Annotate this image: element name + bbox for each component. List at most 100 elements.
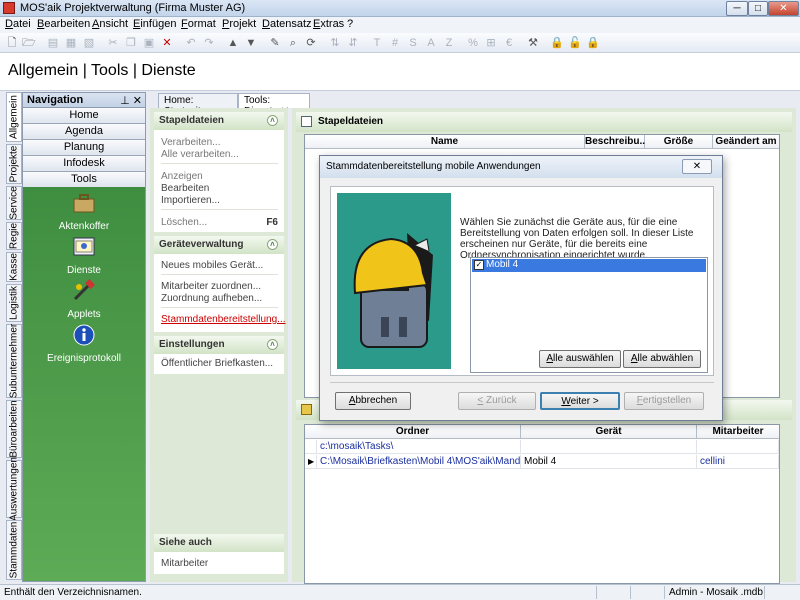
maximize-button[interactable]: □ (748, 1, 768, 16)
close-window-button[interactable]: ✕ (768, 1, 799, 16)
link-oeffentlicher-briefkasten[interactable]: Öffentlicher Briefkasten... (161, 358, 273, 369)
tools-icon[interactable]: ⚒ (525, 35, 541, 51)
column-header-name[interactable]: Name (305, 135, 585, 149)
z-icon[interactable]: Z (441, 35, 457, 51)
tool-ereignisprotokoll[interactable]: Ereignisprotokoll (23, 323, 145, 364)
a-icon[interactable]: A (423, 35, 439, 51)
menu-einfuegen[interactable]: Einfügen (133, 18, 176, 30)
menu-ansicht[interactable]: Ansicht (92, 18, 128, 30)
collapse-icon[interactable]: ˄ (267, 339, 278, 350)
finish-button[interactable]: Fertigstellen (624, 392, 704, 410)
column-header-geraet[interactable]: Gerät (521, 425, 697, 439)
delete-icon[interactable]: ✕ (159, 35, 175, 51)
vtab-subunternehmer[interactable]: Subunternehmer (6, 324, 22, 398)
menu-datei[interactable]: Datei (5, 18, 31, 30)
sort-desc-icon[interactable]: ⇵ (345, 35, 361, 51)
link-anzeigen[interactable]: Anzeigen (161, 171, 203, 182)
deselect-all-button[interactable]: Alle abwählen (623, 350, 701, 368)
menu-format[interactable]: Format (181, 18, 216, 30)
tool-aktenkoffer[interactable]: Aktenkoffer (23, 191, 145, 232)
vtab-stammdaten[interactable]: Stammdaten (6, 520, 22, 580)
nav-item-agenda[interactable]: Agenda (23, 124, 145, 140)
find-icon[interactable]: ⌕ (285, 35, 301, 51)
vtab-service[interactable]: Service (6, 186, 22, 220)
tab-home-startseite[interactable]: Home: Startseite (158, 93, 238, 117)
column-header-ordner[interactable]: Ordner (305, 425, 521, 439)
task-group-header[interactable]: Siehe auch (154, 534, 284, 552)
number-icon[interactable]: # (387, 35, 403, 51)
link-stammdatenbereitstellung[interactable]: Stammdatenbereitstellung... (161, 314, 286, 325)
lock-yellow-icon[interactable]: 🔓 (567, 35, 583, 51)
paste-icon[interactable]: ▣ (141, 35, 157, 51)
vtab-projekte[interactable]: Projekte (6, 144, 22, 184)
vtab-regie[interactable]: Regie (6, 222, 22, 250)
link-alle-verarbeiten[interactable]: Alle verarbeiten... (161, 149, 239, 160)
link-zuordnung-aufheben[interactable]: Zuordnung aufheben... (161, 293, 262, 304)
vtab-bueroarbeiten[interactable]: Büroarbeiten (6, 400, 22, 458)
list-item[interactable]: ✓ Mobil 4 (472, 259, 706, 272)
link-loeschen[interactable]: Löschen... (161, 217, 207, 228)
s-icon[interactable]: S (405, 35, 421, 51)
vtab-allgemein[interactable]: Allgemein (6, 92, 22, 142)
link-mitarbeiter-zuordnen[interactable]: Mitarbeiter zuordnen... (161, 281, 261, 292)
link-mitarbeiter[interactable]: Mitarbeiter (161, 558, 208, 569)
back-button[interactable]: < Zurück (458, 392, 536, 410)
edit-pencil-icon[interactable]: ✎ (267, 35, 283, 51)
next-button[interactable]: Weiter > (540, 392, 620, 410)
open-folder-icon[interactable]: 🗁 (21, 35, 37, 51)
copy-icon[interactable]: ❐ (123, 35, 139, 51)
tool-applets[interactable]: Applets (23, 279, 145, 320)
euro-icon[interactable]: € (501, 35, 517, 51)
new-file-icon[interactable]: 🗋 (4, 35, 20, 51)
pin-close-icon[interactable]: ⊥ ✕ (120, 94, 142, 107)
vtab-logistik[interactable]: Logistik (6, 284, 22, 322)
tab-tools-dienste[interactable]: Tools: Dienste ✕ (238, 93, 310, 117)
cut-icon[interactable]: ✂ (105, 35, 121, 51)
device-checkbox[interactable]: ✓ (474, 260, 484, 270)
vtab-kasse[interactable]: Kasse (6, 252, 22, 282)
nav-item-tools[interactable]: Tools (23, 172, 145, 188)
ordner-table[interactable]: Ordner Gerät Mitarbeiter c:\mosaik\Tasks… (304, 424, 780, 584)
collapse-icon[interactable]: ˄ (267, 115, 278, 126)
column-header-geaendert[interactable]: Geändert am (713, 135, 779, 149)
tool-dienste[interactable]: Dienste (23, 235, 145, 276)
menu-projekt[interactable]: Projekt (222, 18, 256, 30)
menu-datensatz[interactable]: Datensatz (262, 18, 312, 30)
print-icon[interactable]: ▤ (45, 35, 61, 51)
page-setup-icon[interactable]: ▧ (81, 35, 97, 51)
column-header-mitarbeiter[interactable]: Mitarbeiter (697, 425, 779, 439)
column-header-groesse[interactable]: Größe (645, 135, 713, 149)
menu-bearbeiten[interactable]: Bearbeiten (37, 18, 90, 30)
dialog-close-button[interactable]: ✕ (682, 159, 712, 174)
link-neues-mobiles-geraet[interactable]: Neues mobiles Gerät... (161, 260, 263, 271)
vtab-auswertungen[interactable]: Auswertungen (6, 457, 22, 521)
cancel-button[interactable]: Abbrechen (335, 392, 411, 410)
task-group-header[interactable]: Einstellungen ˄ (154, 336, 284, 354)
sort-icon[interactable]: ⇅ (327, 35, 343, 51)
link-bearbeiten[interactable]: Bearbeiten (161, 183, 209, 194)
task-group-header[interactable]: Geräteverwaltung ˄ (154, 236, 284, 254)
calc-icon[interactable]: ⊞ (483, 35, 499, 51)
nav-item-planung[interactable]: Planung (23, 140, 145, 156)
menu-help[interactable]: ? (347, 18, 353, 30)
nav-item-home[interactable]: Home (23, 108, 145, 124)
lock-red-icon[interactable]: 🔒 (585, 35, 601, 51)
task-group-header[interactable]: Stapeldateien ˄ (154, 112, 284, 130)
nav-item-infodesk[interactable]: Infodesk (23, 156, 145, 172)
move-down-icon[interactable]: ▼ (243, 35, 259, 51)
lock-blue-icon[interactable]: 🔒 (549, 35, 565, 51)
collapse-icon[interactable]: ˄ (267, 239, 278, 250)
redo-icon[interactable]: ↷ (201, 35, 217, 51)
undo-icon[interactable]: ↶ (183, 35, 199, 51)
print-preview-icon[interactable]: ▦ (63, 35, 79, 51)
select-all-button[interactable]: Alle auswählen (539, 350, 621, 368)
percent-icon[interactable]: % (465, 35, 481, 51)
move-up-icon[interactable]: ▲ (225, 35, 241, 51)
column-header-beschreibung[interactable]: Beschreibu... (585, 135, 648, 149)
menu-extras[interactable]: Extras (313, 18, 344, 30)
minimize-button[interactable]: ─ (726, 1, 748, 16)
link-verarbeiten[interactable]: Verarbeiten... (161, 137, 220, 148)
bold-icon[interactable]: T (369, 35, 385, 51)
link-importieren[interactable]: Importieren... (161, 195, 220, 206)
refresh-icon[interactable]: ⟳ (303, 35, 319, 51)
